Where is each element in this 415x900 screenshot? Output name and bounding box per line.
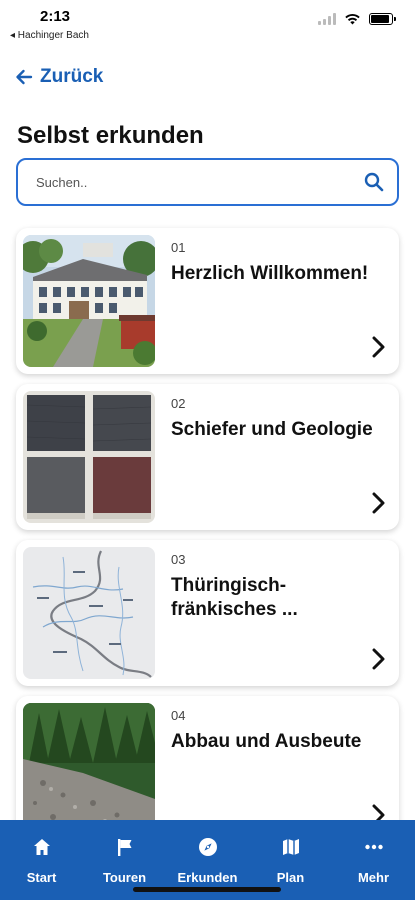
tab-label: Erkunden — [177, 870, 238, 885]
item-title: Schiefer und Geologie — [171, 419, 373, 440]
tab-label: Mehr — [357, 870, 390, 885]
item-title: Thüringisch-fränkisches ... — [171, 575, 298, 620]
page-title: Selbst erkunden — [17, 122, 204, 149]
quarry-photo — [23, 703, 155, 835]
tab-label: Plan — [276, 870, 305, 885]
tab-label: Touren — [102, 870, 147, 885]
map-icon — [282, 839, 299, 855]
search-icon[interactable] — [363, 171, 385, 193]
building-photo — [23, 235, 155, 367]
list-item[interactable]: 01 Herzlich Willkommen! — [16, 228, 399, 374]
back-to-app-link[interactable]: ◂ Hachinger Bach — [10, 30, 89, 41]
list-item[interactable]: 03 Thüringisch-fränkisches ... — [16, 540, 399, 686]
battery-icon — [369, 13, 396, 25]
cellular-signal-icon — [318, 13, 336, 25]
compass-icon — [198, 838, 217, 856]
back-button[interactable]: Zurück — [14, 66, 103, 88]
status-icons — [318, 13, 396, 25]
arrow-left-icon — [16, 69, 33, 85]
item-number: 04 — [171, 708, 186, 723]
item-title: Herzlich Willkommen! — [171, 263, 369, 284]
item-number: 01 — [171, 240, 186, 255]
flag-icon — [117, 839, 131, 856]
chevron-right-icon — [372, 336, 385, 358]
tab-mehr[interactable]: Mehr — [332, 820, 415, 900]
home-icon — [33, 839, 50, 855]
chevron-right-icon — [372, 648, 385, 670]
status-bar: 2:13 ◂ Hachinger Bach — [0, 0, 415, 46]
chevron-right-icon — [372, 492, 385, 514]
search-input[interactable] — [36, 174, 363, 190]
back-label: Zurück — [40, 66, 104, 87]
item-title: Abbau und Ausbeute — [171, 731, 362, 752]
tab-start[interactable]: Start — [0, 820, 83, 900]
slate-samples-photo — [23, 391, 155, 523]
tab-label: Start — [26, 870, 57, 885]
list-item[interactable]: 02 Schiefer und Geologie — [16, 384, 399, 530]
wifi-icon — [345, 13, 360, 25]
home-indicator[interactable] — [133, 887, 281, 892]
search-bar[interactable] — [16, 158, 399, 206]
map-photo — [23, 547, 155, 679]
item-number: 02 — [171, 396, 186, 411]
more-icon — [364, 844, 383, 850]
item-number: 03 — [171, 552, 186, 567]
status-time: 2:13 — [40, 8, 71, 25]
